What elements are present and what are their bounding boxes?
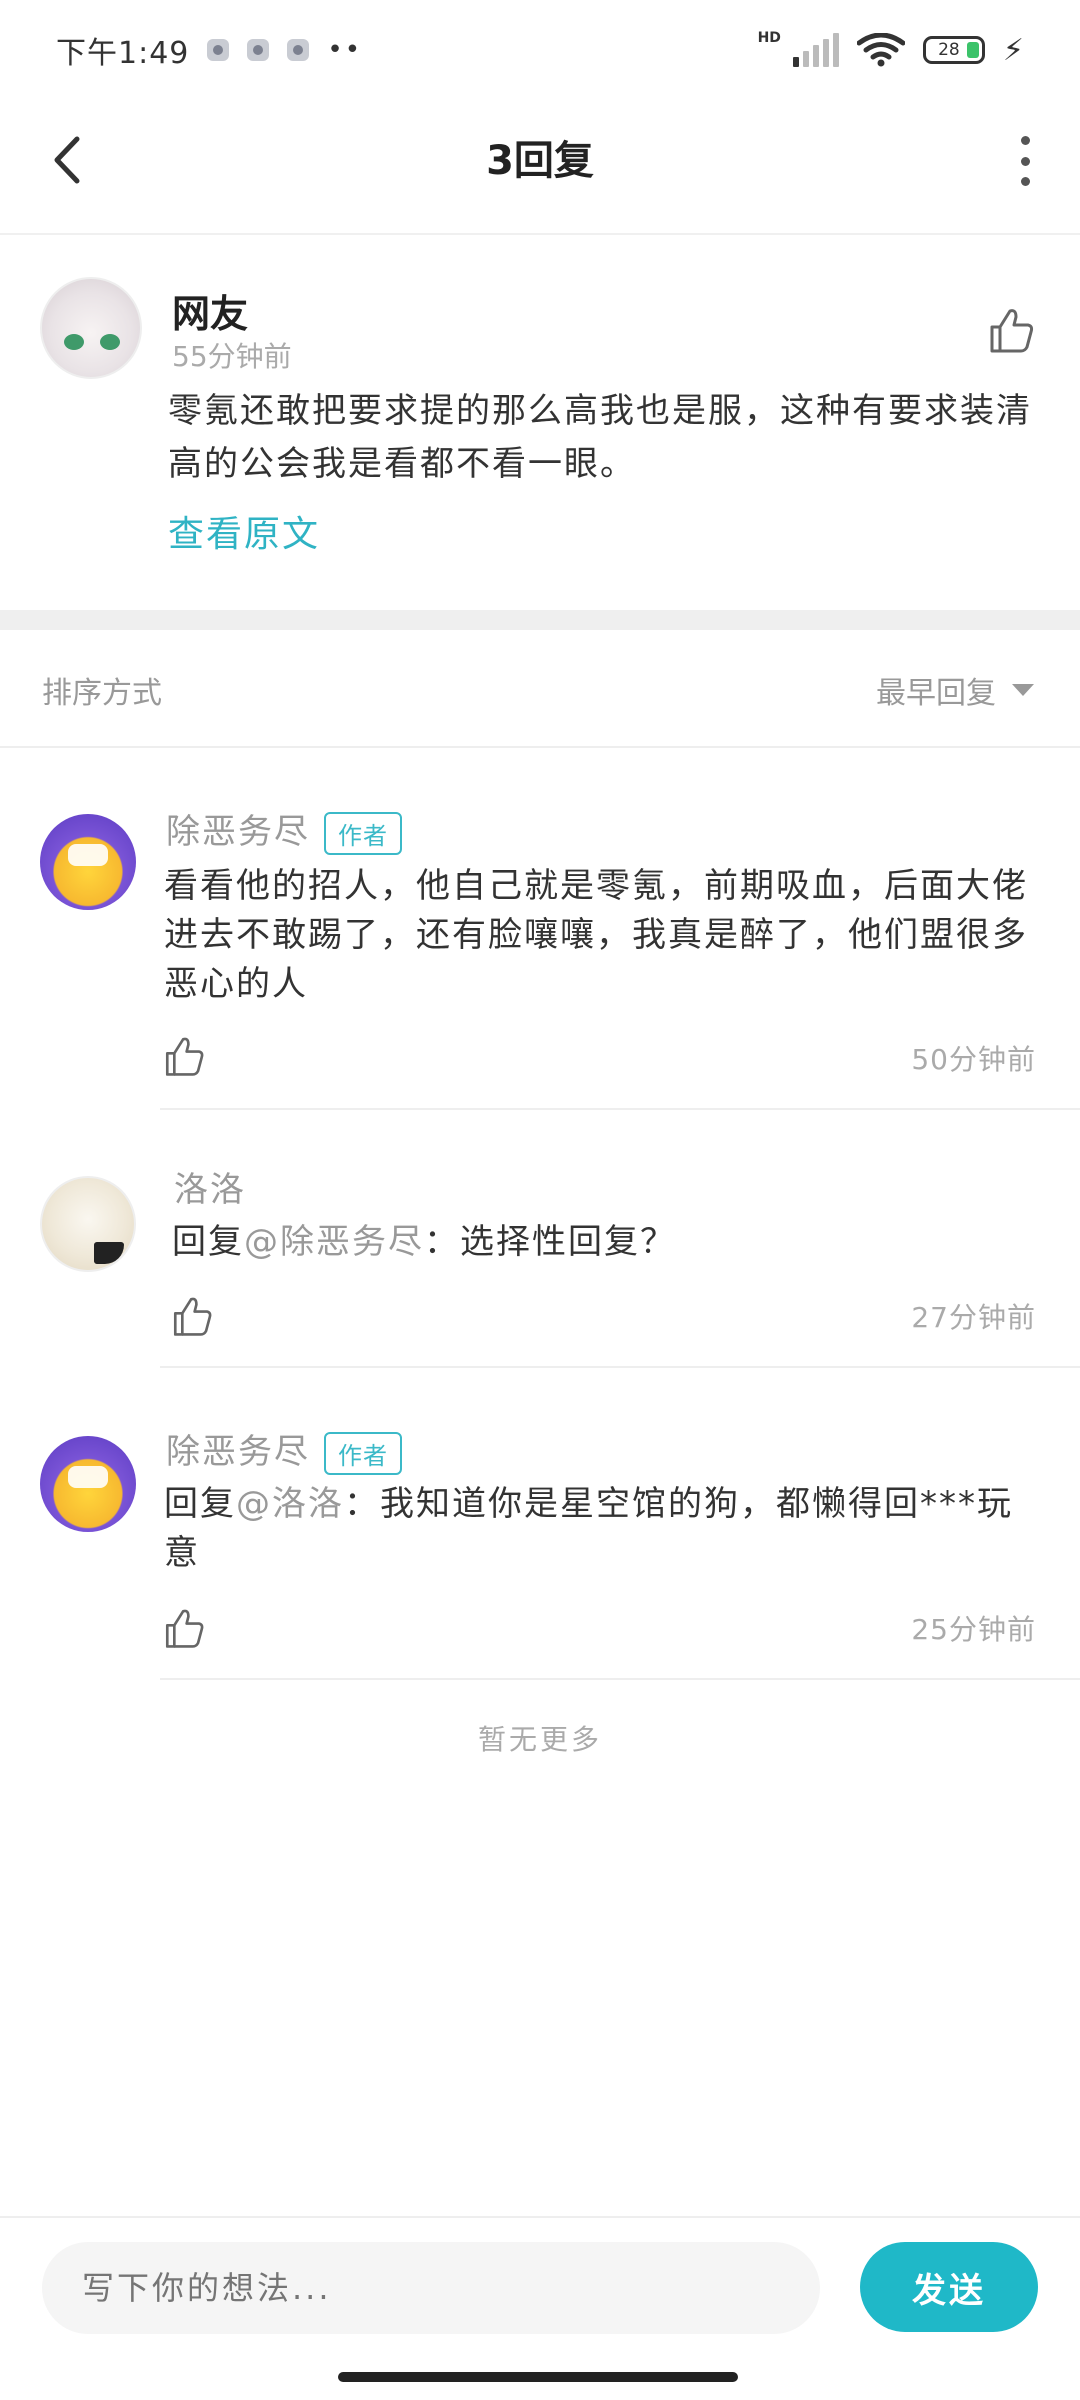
dot-icon — [1020, 177, 1030, 186]
wifi-icon — [856, 33, 905, 67]
battery-level: 28 — [938, 40, 960, 60]
mention-link[interactable]: @洛洛 — [236, 1484, 344, 1524]
page-title: 3回复 — [486, 138, 594, 184]
avatar[interactable] — [40, 277, 142, 379]
comment-time: 27分钟前 — [911, 1301, 1036, 1334]
notification-icon — [287, 39, 310, 61]
dot-icon — [1020, 136, 1030, 145]
caret-down-icon — [1012, 684, 1034, 696]
top-nav: 3回复 — [0, 100, 1080, 235]
charging-icon: ⚡ — [1002, 32, 1024, 68]
post-time: 55分钟前 — [172, 340, 292, 373]
comment-text: 回复@洛洛：我知道你是星空馆的狗，都懒得回***玩意 — [164, 1480, 1044, 1578]
send-button[interactable]: 发送 — [860, 2242, 1038, 2332]
reply-prefix: 回复 — [164, 1484, 236, 1524]
sort-row: 排序方式 最早回复 — [0, 630, 1080, 748]
avatar-detail — [64, 334, 84, 350]
comment-author-name: 除恶务尽 — [166, 812, 310, 852]
comment-time: 50分钟前 — [911, 1043, 1036, 1076]
home-indicator[interactable] — [338, 2372, 738, 2382]
comment-author-name: 除恶务尽 — [166, 1432, 310, 1472]
comment-text: 看看他的招人，他自己就是零氪，前期吸血，后面大佬进去不敢踢了，还有脸嚷嚷，我真是… — [164, 866, 1028, 1004]
author-badge: 作者 — [324, 812, 402, 855]
notification-icon — [247, 39, 270, 61]
signal-icon — [792, 33, 839, 67]
dot-icon — [1020, 156, 1030, 166]
sort-label: 排序方式 — [42, 676, 162, 711]
mention-link[interactable]: @除恶务尽 — [244, 1222, 424, 1262]
sort-dropdown[interactable]: 最早回复 — [876, 668, 1034, 712]
avatar[interactable] — [40, 814, 136, 910]
post-text: 零氪还敢把要求提的那么高我也是服，这种有要求装清高的公会我是看都不看一眼。 — [168, 391, 1032, 484]
reply-prefix: 回复 — [172, 1222, 244, 1262]
status-time: 下午1:49 — [56, 36, 190, 71]
comment-text: 回复@除恶务尽：选择性回复？ — [172, 1218, 1052, 1267]
comment-divider — [160, 1678, 1080, 1680]
avatar-detail — [100, 334, 120, 350]
comment-author[interactable]: 除恶务尽 作者 — [166, 804, 402, 855]
post-author[interactable]: 网友 — [172, 283, 248, 338]
avatar[interactable] — [40, 1436, 136, 1532]
bottom-input-bar: 发送 — [0, 2216, 1080, 2356]
view-original-link[interactable]: 查看原文 — [168, 505, 320, 557]
reply-text: ：选择性回复？ — [424, 1222, 676, 1262]
thumbs-up-icon[interactable] — [162, 1034, 206, 1078]
comment-author[interactable]: 除恶务尽 作者 — [166, 1424, 402, 1475]
status-left: 下午1:49 •• — [56, 28, 362, 72]
status-right: HD 28 ⚡ — [757, 30, 1024, 68]
hd-label: HD — [757, 30, 781, 46]
sort-selected: 最早回复 — [876, 676, 996, 711]
author-badge: 作者 — [324, 1432, 402, 1475]
thumbs-up-icon[interactable] — [162, 1606, 206, 1650]
comment-author[interactable]: 洛洛 — [174, 1162, 246, 1211]
thumbs-up-icon[interactable] — [170, 1294, 214, 1338]
avatar[interactable] — [40, 1176, 136, 1272]
more-notifications-icon: •• — [327, 35, 363, 65]
original-post: 网友 55分钟前 零氪还敢把要求提的那么高我也是服，这种有要求装清高的公会我是看… — [0, 235, 1080, 610]
comment-item: 除恶务尽 作者 看看他的招人，他自己就是零氪，前期吸血，后面大佬进去不敢踢了，还有… — [0, 748, 1080, 1110]
thumbs-up-icon[interactable] — [986, 305, 1036, 355]
comment-input[interactable] — [42, 2242, 820, 2334]
more-options-button[interactable] — [1010, 136, 1040, 186]
comment-item: 洛洛 回复@除恶务尽：选择性回复？ 27分钟前 — [0, 1110, 1080, 1368]
section-divider — [0, 610, 1080, 630]
status-bar: 下午1:49 •• HD 28 ⚡ — [0, 0, 1080, 100]
comment-time: 25分钟前 — [911, 1613, 1036, 1646]
no-more-label: 暂无更多 — [477, 1723, 602, 1756]
notification-icon — [207, 39, 230, 61]
comment-item: 除恶务尽 作者 回复@洛洛：我知道你是星空馆的狗，都懒得回***玩意 25分钟前 — [0, 1368, 1080, 1680]
battery-icon: 28 — [922, 36, 985, 64]
